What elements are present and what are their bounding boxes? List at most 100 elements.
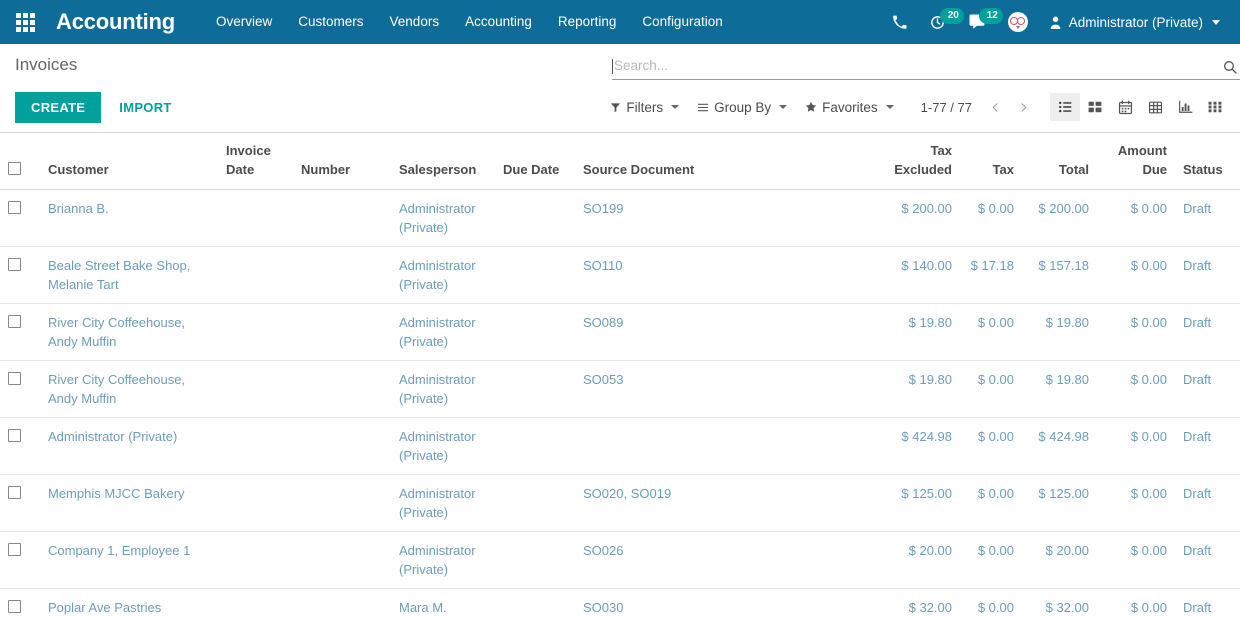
cell-source-document[interactable]: SO089: [575, 303, 880, 361]
cell-customer-link[interactable]: Memphis MJCC Bakery: [48, 486, 185, 501]
column-header-due-date[interactable]: Due Date: [495, 133, 575, 190]
column-header-status[interactable]: Status: [1175, 133, 1240, 190]
table-row[interactable]: Poplar Ave Pastries Mara M. SO030 $ 32.00 $ …: [0, 588, 1240, 616]
cell-customer-link[interactable]: Administrator (Private): [48, 429, 177, 444]
cell-source-document-link[interactable]: SO089: [583, 315, 623, 330]
favorites-dropdown[interactable]: Favorites: [796, 96, 903, 119]
row-checkbox[interactable]: [8, 543, 21, 556]
create-button[interactable]: CREATE: [15, 91, 102, 123]
menu-item-configuration[interactable]: Configuration: [629, 0, 735, 44]
view-button-pivot[interactable]: [1140, 93, 1170, 121]
user-menu[interactable]: Administrator (Private): [1039, 0, 1226, 44]
column-header-salesperson[interactable]: Salesperson: [391, 133, 495, 190]
cell-source-document[interactable]: SO199: [575, 189, 880, 247]
phone-icon[interactable]: [881, 0, 918, 44]
cell-source-document-link[interactable]: SO030: [583, 600, 623, 615]
cell-source-document[interactable]: SO053: [575, 360, 880, 418]
pager-previous-button[interactable]: [982, 94, 1008, 120]
cell-customer-link[interactable]: River City Coffeehouse, Andy Muffin: [48, 315, 185, 349]
view-button-kanban[interactable]: [1080, 93, 1110, 121]
view-button-calendar[interactable]: [1110, 93, 1140, 121]
app-brand-accounting[interactable]: Accounting: [56, 9, 175, 35]
cell-salesperson-link[interactable]: Administrator (Private): [399, 486, 476, 520]
cell-salesperson[interactable]: Administrator (Private): [391, 303, 495, 361]
row-checkbox[interactable]: [8, 315, 21, 328]
cell-source-document[interactable]: [575, 417, 880, 475]
menu-item-vendors[interactable]: Vendors: [377, 0, 453, 44]
cell-salesperson[interactable]: Administrator (Private): [391, 189, 495, 247]
cell-salesperson[interactable]: Administrator (Private): [391, 417, 495, 475]
cell-salesperson[interactable]: Mara M.: [391, 588, 495, 616]
cell-salesperson-link[interactable]: Administrator (Private): [399, 258, 476, 292]
cell-salesperson-link[interactable]: Administrator (Private): [399, 372, 476, 406]
group-by-dropdown[interactable]: Group By: [688, 96, 796, 119]
cell-source-document-link[interactable]: SO053: [583, 372, 623, 387]
column-header-number[interactable]: Number: [293, 133, 391, 190]
cell-salesperson-link[interactable]: Administrator (Private): [399, 315, 476, 349]
cell-customer-link[interactable]: River City Coffeehouse, Andy Muffin: [48, 372, 185, 406]
cell-source-document-link[interactable]: SO026: [583, 543, 623, 558]
view-button-graph[interactable]: [1170, 93, 1200, 121]
search-bar[interactable]: [612, 54, 1240, 80]
table-row[interactable]: Beale Street Bake Shop, Melanie Tart Admi…: [0, 246, 1240, 304]
owl-assistant-icon[interactable]: [997, 0, 1039, 44]
row-checkbox[interactable]: [8, 372, 21, 385]
column-header-total[interactable]: Total: [1022, 133, 1097, 190]
cell-source-document[interactable]: SO026: [575, 531, 880, 589]
cell-salesperson-link[interactable]: Administrator (Private): [399, 201, 476, 235]
cell-salesperson[interactable]: Administrator (Private): [391, 531, 495, 589]
pager-next-button[interactable]: [1010, 94, 1036, 120]
row-checkbox[interactable]: [8, 258, 21, 271]
column-header-amount-due[interactable]: Amount Due: [1097, 133, 1175, 190]
row-checkbox[interactable]: [8, 201, 21, 214]
menu-item-overview[interactable]: Overview: [203, 0, 285, 44]
column-header-customer[interactable]: Customer: [40, 133, 218, 190]
cell-source-document[interactable]: SO020, SO019: [575, 474, 880, 532]
cell-source-document-link[interactable]: SO020, SO019: [583, 486, 671, 501]
cell-customer-link[interactable]: Beale Street Bake Shop, Melanie Tart: [48, 258, 190, 292]
cell-customer[interactable]: Brianna B.: [40, 189, 218, 247]
cell-source-document-link[interactable]: SO199: [583, 201, 623, 216]
cell-customer[interactable]: Poplar Ave Pastries: [40, 588, 218, 616]
cell-customer[interactable]: River City Coffeehouse, Andy Muffin: [40, 360, 218, 418]
table-row[interactable]: River City Coffeehouse, Andy Muffin Admin…: [0, 360, 1240, 418]
apps-grid-icon[interactable]: [8, 8, 42, 36]
activity-clock-icon[interactable]: 20: [918, 0, 964, 44]
filters-dropdown[interactable]: Filters: [601, 96, 688, 119]
menu-item-reporting[interactable]: Reporting: [545, 0, 630, 44]
cell-customer-link[interactable]: Brianna B.: [48, 201, 109, 216]
column-header-invoice-date[interactable]: Invoice Date: [218, 133, 293, 190]
column-header-tax[interactable]: Tax: [960, 133, 1022, 190]
cell-salesperson-link[interactable]: Administrator (Private): [399, 429, 476, 463]
table-row[interactable]: Administrator (Private) Administrator (Pr…: [0, 417, 1240, 475]
select-all-checkbox[interactable]: [8, 162, 21, 175]
column-header-tax-excluded[interactable]: Tax Excluded: [880, 133, 960, 190]
table-row[interactable]: Memphis MJCC Bakery Administrator (Privat…: [0, 474, 1240, 532]
view-button-list[interactable]: [1050, 93, 1080, 121]
cell-salesperson[interactable]: Administrator (Private): [391, 246, 495, 304]
cell-source-document[interactable]: SO110: [575, 246, 880, 304]
cell-salesperson-link[interactable]: Mara M.: [399, 600, 447, 615]
view-button-activity[interactable]: [1200, 93, 1230, 121]
cell-salesperson[interactable]: Administrator (Private): [391, 474, 495, 532]
menu-item-customers[interactable]: Customers: [285, 0, 376, 44]
search-icon[interactable]: [1222, 59, 1238, 75]
cell-customer[interactable]: River City Coffeehouse, Andy Muffin: [40, 303, 218, 361]
breadcrumb[interactable]: Invoices: [0, 54, 77, 76]
cell-customer[interactable]: Administrator (Private): [40, 417, 218, 475]
cell-customer-link[interactable]: Poplar Ave Pastries: [48, 600, 161, 615]
table-row[interactable]: Brianna B. Administrator (Private) SO199 $ …: [0, 189, 1240, 247]
row-checkbox[interactable]: [8, 486, 21, 499]
search-input[interactable]: [613, 58, 1222, 75]
column-header-source-document[interactable]: Source Document: [575, 133, 880, 190]
cell-customer[interactable]: Beale Street Bake Shop, Melanie Tart: [40, 246, 218, 304]
import-button[interactable]: IMPORT: [107, 92, 183, 123]
row-checkbox[interactable]: [8, 429, 21, 442]
cell-customer[interactable]: Memphis MJCC Bakery: [40, 474, 218, 532]
cell-salesperson[interactable]: Administrator (Private): [391, 360, 495, 418]
cell-customer-link[interactable]: Company 1, Employee 1: [48, 543, 190, 558]
cell-salesperson-link[interactable]: Administrator (Private): [399, 543, 476, 577]
cell-customer[interactable]: Company 1, Employee 1: [40, 531, 218, 589]
menu-item-accounting[interactable]: Accounting: [452, 0, 545, 44]
cell-source-document-link[interactable]: SO110: [583, 258, 623, 273]
